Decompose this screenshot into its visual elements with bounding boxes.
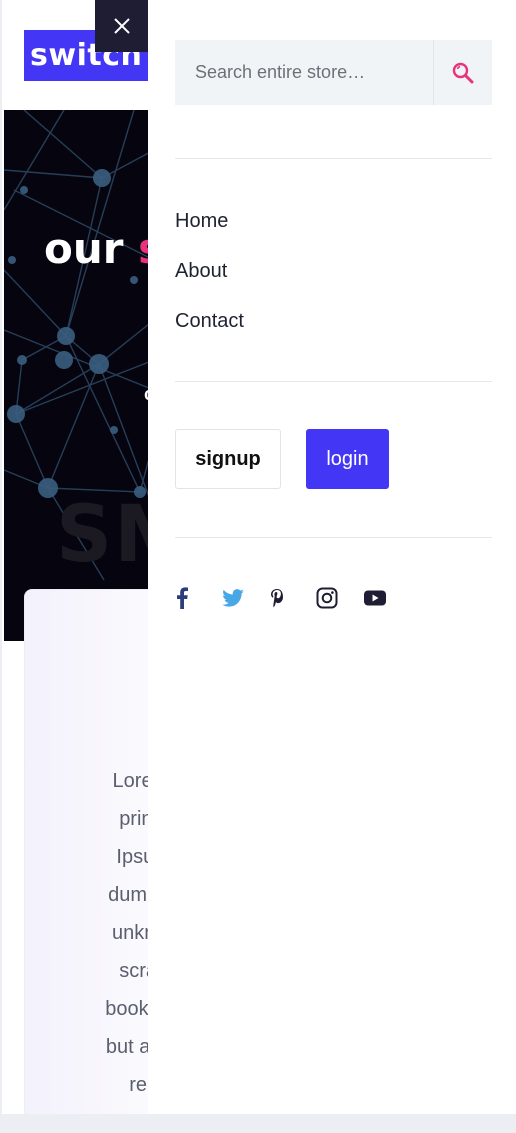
search-input[interactable]	[175, 40, 433, 105]
search-button[interactable]	[433, 40, 492, 105]
close-menu-button[interactable]	[95, 0, 148, 52]
nav-item-home: Home	[175, 205, 244, 255]
hero-title-plain: our	[44, 224, 139, 273]
facebook-icon[interactable]	[175, 585, 222, 611]
signup-button[interactable]: signup	[175, 429, 281, 489]
main-navigation: Home About Contact	[175, 205, 244, 355]
login-button[interactable]: login	[306, 429, 389, 489]
nav-link-about[interactable]: About	[175, 260, 227, 282]
nav-link-home[interactable]: Home	[175, 210, 228, 232]
hero-title: our s	[44, 224, 163, 273]
mobile-menu-drawer: Home About Contact signup login	[148, 0, 516, 1114]
twitter-icon[interactable]	[222, 585, 269, 611]
search-icon	[452, 62, 474, 83]
social-links	[175, 585, 410, 611]
nav-item-contact: Contact	[175, 305, 244, 355]
divider	[175, 158, 492, 159]
pinterest-icon[interactable]	[269, 585, 316, 611]
divider	[175, 381, 492, 382]
youtube-icon[interactable]	[363, 585, 410, 611]
search-bar	[175, 40, 492, 105]
nav-item-about: About	[175, 255, 244, 305]
instagram-icon[interactable]	[316, 585, 363, 611]
close-icon	[113, 18, 130, 34]
nav-link-contact[interactable]: Contact	[175, 310, 244, 332]
divider	[175, 537, 492, 538]
